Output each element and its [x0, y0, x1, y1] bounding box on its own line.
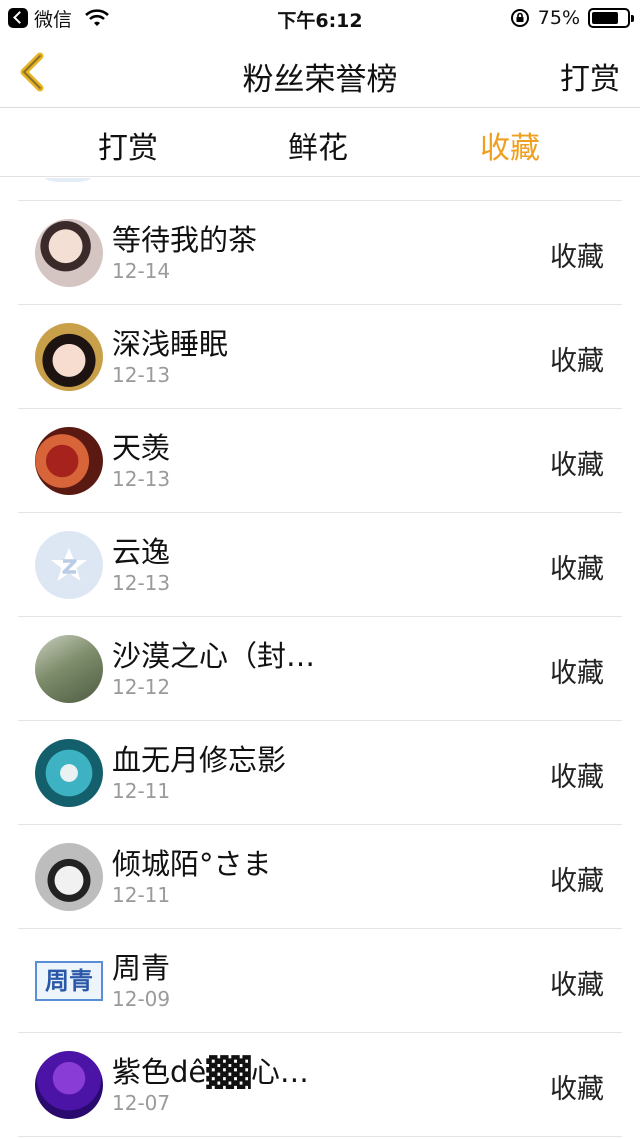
user-name: 沙漠之心（封…	[112, 639, 316, 673]
list-item[interactable]: 周青 周青 12-09 收藏	[18, 929, 622, 1033]
list-item[interactable]: 紫色dê▓▓心… 12-07 收藏	[18, 1033, 622, 1137]
battery-level	[592, 12, 618, 24]
avatar-text: 周青	[35, 961, 103, 1001]
list-item[interactable]: 等待我的茶 12-14 收藏	[18, 201, 622, 305]
user-name: 深浅睡眠	[112, 327, 229, 361]
item-date: 12-09	[112, 987, 171, 1011]
reward-button[interactable]: 打赏	[560, 54, 620, 98]
avatar[interactable]	[35, 219, 103, 287]
battery-percent: 75%	[537, 7, 580, 29]
list-item[interactable]: 云逸 12-13 收藏	[18, 513, 622, 617]
user-name: 紫色dê▓▓心…	[112, 1055, 309, 1089]
item-action-label: 收藏	[550, 866, 604, 897]
user-name: 云逸	[112, 535, 171, 569]
partial-avatar	[35, 178, 101, 182]
fan-list[interactable]: 等待我的茶 12-14 收藏 深浅睡眠 12-13 收藏 天羡 12-13 收藏…	[18, 178, 622, 1139]
item-date: 12-13	[112, 467, 171, 491]
user-name: 周青	[112, 951, 171, 985]
battery-icon	[588, 8, 634, 28]
list-item[interactable]: 天羡 12-13 收藏	[18, 409, 622, 513]
user-name: 血无月修忘影	[112, 743, 287, 777]
item-date: 12-12	[112, 675, 171, 699]
item-date: 12-13	[112, 571, 171, 595]
tab-bar: 打赏 鲜花 收藏	[0, 109, 640, 177]
item-action-label: 收藏	[550, 970, 604, 1001]
item-date: 12-11	[112, 779, 171, 803]
list-item[interactable]: 深浅睡眠 12-13 收藏	[18, 305, 622, 409]
item-action-label: 收藏	[550, 554, 604, 585]
avatar[interactable]: 周青	[35, 947, 103, 1015]
avatar[interactable]	[35, 531, 103, 599]
rotation-lock-icon	[510, 9, 529, 27]
item-action-label: 收藏	[550, 242, 604, 273]
item-date: 12-11	[112, 883, 171, 907]
item-date: 12-14	[112, 259, 171, 283]
list-item[interactable]: 沙漠之心（封… 12-12 收藏	[18, 617, 622, 721]
avatar[interactable]	[35, 323, 103, 391]
status-right: 75%	[510, 6, 634, 30]
avatar[interactable]	[35, 635, 103, 703]
user-name: 天羡	[112, 431, 171, 465]
page-title: 粉丝荣誉榜	[242, 62, 398, 98]
item-action-label: 收藏	[550, 1074, 604, 1105]
avatar[interactable]	[35, 1051, 103, 1119]
item-action-label: 收藏	[550, 658, 604, 689]
list-item[interactable]: 血无月修忘影 12-11 收藏	[18, 721, 622, 825]
item-date: 12-13	[112, 363, 171, 387]
user-name: 等待我的茶	[112, 223, 258, 257]
item-action-label: 收藏	[550, 450, 604, 481]
status-bar: 微信 下午6:12 75%	[0, 0, 640, 36]
item-date: 12-07	[112, 1091, 171, 1115]
user-name: 倾城陌°さま	[112, 847, 272, 881]
item-action-label: 收藏	[550, 346, 604, 377]
avatar[interactable]	[35, 427, 103, 495]
navigation-bar: 粉丝荣誉榜 打赏	[0, 36, 640, 108]
avatar[interactable]	[35, 843, 103, 911]
default-avatar-star-icon	[51, 548, 87, 581]
avatar[interactable]	[35, 739, 103, 807]
list-item[interactable]: 倾城陌°さま 12-11 收藏	[18, 825, 622, 929]
tab-flowers[interactable]: 鲜花	[248, 123, 388, 167]
tab-reward[interactable]: 打赏	[58, 123, 198, 167]
item-action-label: 收藏	[550, 762, 604, 793]
tab-favorites[interactable]: 收藏	[440, 123, 580, 167]
